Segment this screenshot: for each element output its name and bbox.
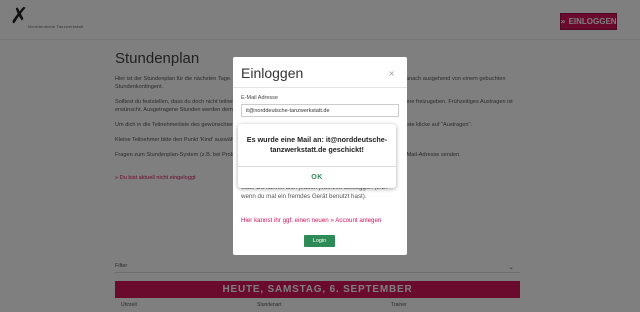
create-account-link[interactable]: » Account anlegen — [330, 217, 381, 224]
email-field[interactable] — [241, 104, 399, 117]
ok-button[interactable]: OK — [238, 167, 396, 188]
close-icon[interactable]: × — [388, 69, 395, 78]
login-button[interactable]: Login — [304, 235, 335, 247]
modal-title: Einloggen — [241, 65, 304, 81]
modal-divider — [233, 87, 407, 88]
account-prefix-text: Hier kannst ihr ggf. einen neuen — [241, 217, 331, 224]
create-account-line: Hier kannst ihr ggf. einen neuen » Accou… — [241, 217, 381, 224]
alert-dialog: Es wurde eine Mail an: it@norddeutsche-t… — [238, 124, 396, 188]
email-label: E-Mail Adresse — [241, 95, 278, 101]
alert-message: Es wurde eine Mail an: it@norddeutsche-t… — [246, 135, 388, 154]
